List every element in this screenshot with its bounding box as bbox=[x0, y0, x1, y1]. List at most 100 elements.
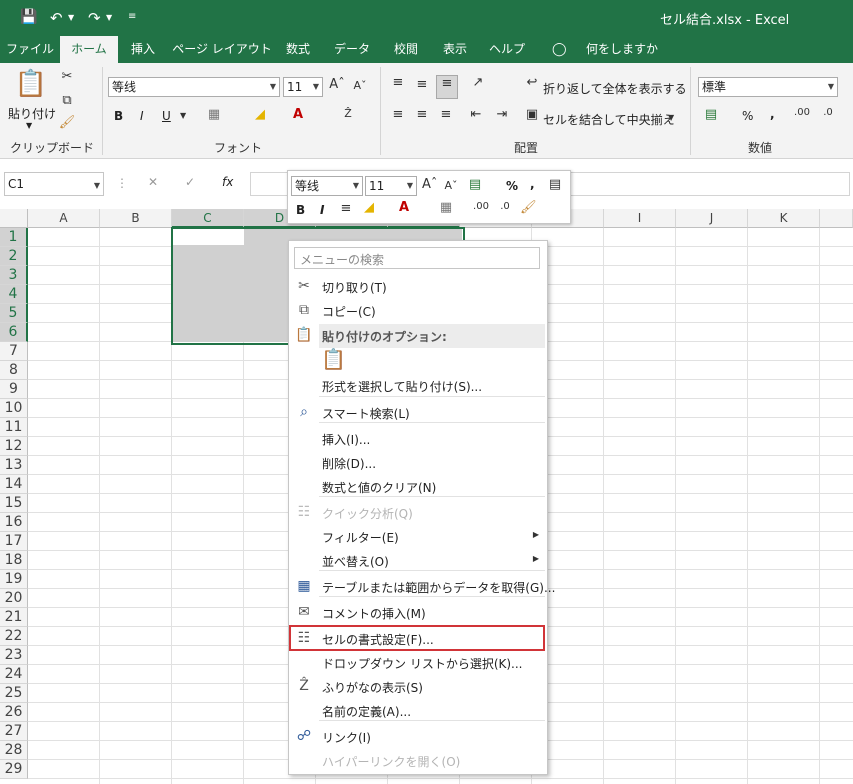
increase-decimal-icon[interactable]: .00 bbox=[792, 107, 812, 118]
save-icon[interactable]: 💾 bbox=[20, 9, 37, 25]
merge-dropdown-icon[interactable]: ▼ bbox=[668, 113, 674, 122]
row-header-7[interactable]: 7 bbox=[0, 342, 28, 361]
row-header-11[interactable]: 11 bbox=[0, 418, 28, 437]
row-header-14[interactable]: 14 bbox=[0, 475, 28, 494]
row-header-25[interactable]: 25 bbox=[0, 684, 28, 703]
mini-increase-decimal-icon[interactable]: .00 bbox=[472, 201, 490, 212]
menu-search-input[interactable]: メニューの検索 bbox=[294, 247, 540, 269]
row-header-15[interactable]: 15 bbox=[0, 494, 28, 513]
menu-item-7[interactable]: 数式と値のクリア(N) bbox=[289, 475, 547, 499]
menu-item-18[interactable]: ハイパーリンクを開く(O) bbox=[289, 749, 547, 773]
column-header-k[interactable]: K bbox=[748, 209, 820, 228]
redo-dropdown-icon[interactable]: ▼ bbox=[106, 13, 112, 22]
align-right-icon[interactable]: ≡ bbox=[438, 107, 454, 122]
mini-italic-button[interactable]: I bbox=[320, 203, 324, 217]
comma-button[interactable]: , bbox=[770, 107, 775, 121]
align-left-icon[interactable]: ≡ bbox=[390, 107, 406, 122]
bold-button[interactable]: B bbox=[114, 109, 123, 123]
currency-icon[interactable]: ▤ bbox=[702, 107, 720, 122]
paste-option-icon[interactable]: 📋 bbox=[321, 347, 346, 371]
row-header-3[interactable]: 3 bbox=[0, 266, 28, 285]
cancel-icon[interactable]: ✕ bbox=[148, 175, 158, 189]
menu-item-6[interactable]: 削除(D)... bbox=[289, 451, 547, 475]
mini-font-name-combo[interactable]: 等线 ▼ bbox=[291, 176, 363, 196]
mini-increase-font-icon[interactable]: Aˆ bbox=[422, 177, 437, 192]
decrease-decimal-icon[interactable]: .0 bbox=[818, 107, 838, 118]
mini-comma-button[interactable]: , bbox=[530, 177, 535, 191]
column-header-b[interactable]: B bbox=[100, 209, 172, 228]
font-size-combo[interactable]: 11 ▼ bbox=[283, 77, 323, 97]
column-header-c[interactable]: C bbox=[172, 209, 244, 228]
row-header-20[interactable]: 20 bbox=[0, 589, 28, 608]
menu-item-1[interactable]: ⧉ コピー(C) bbox=[289, 299, 547, 323]
row-header-23[interactable]: 23 bbox=[0, 646, 28, 665]
menu-item-16[interactable]: 名前の定義(A)... bbox=[289, 699, 547, 723]
select-all-corner[interactable] bbox=[0, 209, 28, 228]
row-header-5[interactable]: 5 bbox=[0, 304, 28, 323]
mini-bold-button[interactable]: B bbox=[296, 203, 305, 217]
row-header-27[interactable]: 27 bbox=[0, 722, 28, 741]
row-header-9[interactable]: 9 bbox=[0, 380, 28, 399]
wrap-text-button[interactable]: 折り返して全体を表示する bbox=[543, 80, 687, 97]
menu-item-3[interactable]: 形式を選択して貼り付け(S)... bbox=[289, 374, 547, 398]
wrap-text-icon[interactable]: ↩ bbox=[524, 75, 540, 90]
row-header-17[interactable]: 17 bbox=[0, 532, 28, 551]
row-header-28[interactable]: 28 bbox=[0, 741, 28, 760]
font-name-combo[interactable]: 等线 ▼ bbox=[108, 77, 280, 97]
row-header-4[interactable]: 4 bbox=[0, 285, 28, 304]
menu-item-15[interactable]: Ẑ ふりがなの表示(S) bbox=[289, 675, 547, 699]
tab-home[interactable]: ホーム bbox=[60, 36, 118, 63]
menu-item-5[interactable]: 挿入(I)... bbox=[289, 427, 547, 451]
italic-button[interactable]: I bbox=[140, 109, 144, 123]
mini-format-table-icon[interactable]: ▤ bbox=[546, 177, 564, 192]
insert-function-icon[interactable]: fx bbox=[222, 175, 233, 189]
menu-item-4[interactable]: ⌕ スマート検索(L) bbox=[289, 401, 547, 425]
row-header-1[interactable]: 1 bbox=[0, 228, 28, 247]
menu-item-0[interactable]: ✂ 切り取り(T) bbox=[289, 275, 547, 299]
name-box[interactable]: C1 ▼ bbox=[4, 172, 104, 196]
tab-page-layout[interactable]: ページ レイアウト bbox=[170, 36, 274, 63]
mini-currency-icon[interactable]: ▤ bbox=[466, 177, 484, 192]
merge-center-icon[interactable]: ▣ bbox=[524, 107, 540, 122]
decrease-indent-icon[interactable]: ⇤ bbox=[468, 107, 484, 122]
customize-icon[interactable]: ≡ bbox=[128, 11, 136, 22]
enter-icon[interactable]: ✓ bbox=[185, 175, 195, 189]
font-color-icon[interactable]: A bbox=[290, 107, 306, 122]
menu-item-17[interactable]: ☍ リンク(I) bbox=[289, 725, 547, 749]
tab-data[interactable]: データ bbox=[326, 36, 378, 63]
row-header-26[interactable]: 26 bbox=[0, 703, 28, 722]
align-center-icon[interactable]: ≡ bbox=[414, 107, 430, 122]
align-bottom-icon[interactable]: ≡ bbox=[436, 75, 458, 99]
row-header-13[interactable]: 13 bbox=[0, 456, 28, 475]
format-painter-icon[interactable]: 🖌 bbox=[58, 115, 76, 130]
tab-review[interactable]: 校閲 bbox=[384, 36, 428, 63]
column-header-i[interactable]: I bbox=[604, 209, 676, 228]
mini-borders-icon[interactable]: ▦ bbox=[438, 200, 454, 215]
menu-item-13[interactable]: ☷ セルの書式設定(F)... bbox=[289, 625, 547, 651]
paste-dropdown-icon[interactable]: ▼ bbox=[26, 121, 32, 130]
row-header-22[interactable]: 22 bbox=[0, 627, 28, 646]
menu-item-8[interactable]: ☷ クイック分析(Q) bbox=[289, 501, 547, 525]
fill-color-icon[interactable]: ◢ bbox=[252, 107, 268, 122]
row-header-10[interactable]: 10 bbox=[0, 399, 28, 418]
mini-decrease-decimal-icon[interactable]: .0 bbox=[496, 201, 514, 212]
align-top-icon[interactable]: ≡ bbox=[390, 75, 406, 90]
mini-percent-button[interactable]: % bbox=[506, 179, 518, 193]
phonetic-icon[interactable]: Ẑ bbox=[340, 107, 356, 120]
number-format-combo[interactable]: 標準 ▼ bbox=[698, 77, 838, 97]
align-middle-icon[interactable]: ≡ bbox=[414, 77, 430, 92]
paste-button-label[interactable]: 貼り付け bbox=[8, 105, 56, 122]
orientation-icon[interactable]: ↗ bbox=[470, 75, 486, 90]
decrease-font-icon[interactable]: Aˇ bbox=[352, 79, 368, 92]
cut-icon[interactable]: ✂ bbox=[58, 69, 76, 84]
menu-item-11[interactable]: ▦ テーブルまたは範囲からデータを取得(G)... bbox=[289, 575, 555, 599]
row-header-24[interactable]: 24 bbox=[0, 665, 28, 684]
underline-dropdown-icon[interactable]: ▼ bbox=[180, 111, 186, 120]
tab-view[interactable]: 表示 bbox=[432, 36, 478, 63]
mini-font-size-combo[interactable]: 11 ▼ bbox=[365, 176, 417, 196]
menu-item-14[interactable]: ドロップダウン リストから選択(K)... bbox=[289, 651, 547, 675]
column-header-a[interactable]: A bbox=[28, 209, 100, 228]
row-header-16[interactable]: 16 bbox=[0, 513, 28, 532]
underline-button[interactable]: U bbox=[162, 109, 171, 123]
column-header-j[interactable]: J bbox=[676, 209, 748, 228]
